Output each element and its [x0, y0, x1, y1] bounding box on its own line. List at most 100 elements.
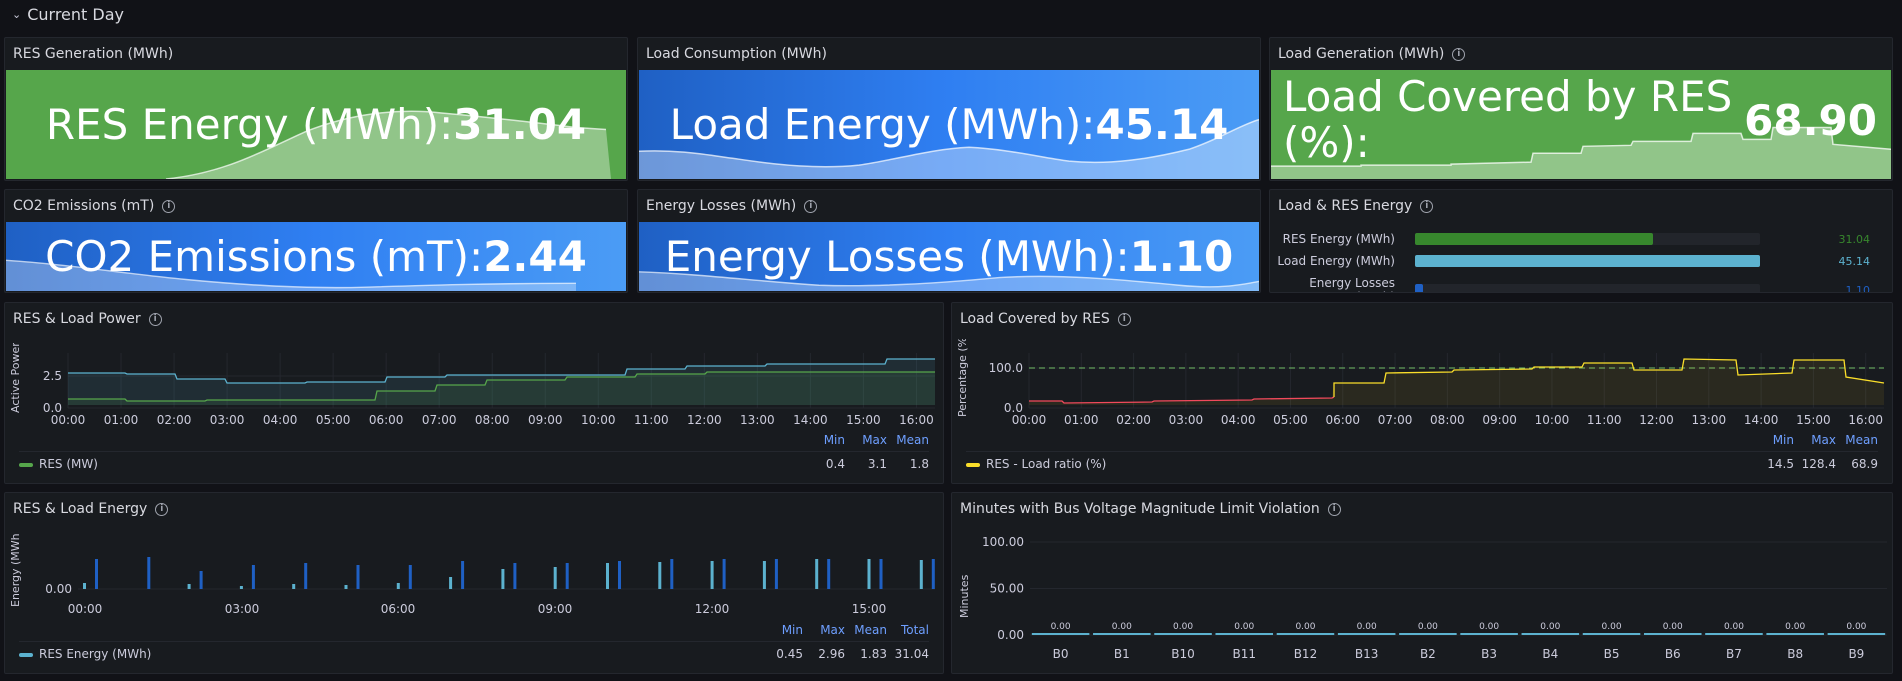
res-energy-bar	[239, 586, 243, 589]
panel-co2-emissions[interactable]: CO2 Emissions (mT) i CO2 Emissions (mT):…	[4, 189, 628, 293]
legend-column-header[interactable]: Min	[782, 623, 803, 637]
load-energy-bar	[931, 559, 935, 589]
legend-column-header[interactable]: Min	[1773, 433, 1794, 447]
x-tick-label: 03:00	[210, 413, 245, 427]
legend-column-header[interactable]: Max	[820, 623, 845, 637]
panel-title-row: CO2 Emissions (mT) i	[13, 190, 176, 222]
legend-column-header[interactable]: Total	[901, 623, 929, 637]
load-energy-bar	[199, 571, 203, 589]
x-tick-label: B6	[1665, 647, 1681, 661]
panel-bus-voltage-violation[interactable]: Minutes with Bus Voltage Magnitude Limit…	[951, 492, 1893, 674]
x-tick-label: 02:00	[1116, 413, 1151, 427]
load-energy-bar	[827, 559, 831, 589]
bar-value-label: 0.00	[1234, 622, 1254, 632]
info-icon[interactable]: i	[162, 199, 176, 213]
x-tick-label: 00:00	[51, 413, 86, 427]
x-tick-label: B12	[1294, 647, 1318, 661]
stat-co2: CO2 Emissions (mT): 2.44	[6, 222, 626, 291]
row-header-current-day[interactable]: ⌄ Current Day	[12, 2, 124, 26]
legend-series[interactable]: RES Energy (MWh)	[19, 647, 151, 661]
bar-value-label: 0.00	[1295, 622, 1315, 632]
legend-column-header[interactable]: Mean	[896, 433, 929, 447]
bar-value-label: 0.00	[1846, 622, 1866, 632]
stat-label: CO2 Emissions (mT):	[45, 232, 484, 281]
x-tick-label: 06:00	[1325, 413, 1360, 427]
x-tick-label: 16:00	[1848, 413, 1883, 427]
bar-gauge-track	[1415, 284, 1760, 292]
panel-title: Load Generation (MWh)	[1278, 46, 1445, 62]
res-energy-bar	[449, 577, 453, 589]
panel-title-row: Load & RES Energy i	[1278, 190, 1434, 222]
load-energy-bar	[774, 559, 778, 589]
x-tick-label: B8	[1787, 647, 1803, 661]
legend-value: 0.4	[825, 457, 845, 471]
bar-gauge-label: RES Energy (MWh)	[1282, 232, 1395, 246]
violation-bar	[1276, 633, 1335, 635]
bar-value-label: 0.00	[1724, 622, 1744, 632]
legend-series[interactable]: RES (MW)	[19, 457, 98, 471]
load-energy-bar	[670, 559, 674, 589]
legend-column-header[interactable]: Max	[862, 433, 887, 447]
load-energy-bar	[408, 565, 412, 589]
panel-load-covered[interactable]: Load Covered by RES i 00:00 01:00 02:00 03:…	[951, 302, 1893, 484]
x-tick-label: 12:00	[695, 602, 730, 616]
y-axis-label-wrap: Minutes	[958, 563, 972, 623]
legend-series[interactable]: RES - Load ratio (%)	[966, 457, 1106, 471]
x-tick-label: 06:00	[369, 413, 404, 427]
x-tick-label: 04:00	[263, 413, 298, 427]
legend-value: 3.1	[867, 457, 887, 471]
bar-value-label: 0.00	[1418, 622, 1438, 632]
row-title: Current Day	[27, 4, 124, 24]
res-energy-bar	[187, 584, 191, 589]
res-energy-bar	[762, 561, 766, 589]
x-tick-label: 07:00	[422, 413, 457, 427]
load-energy-bar	[95, 559, 98, 589]
res-energy-bar	[815, 559, 819, 589]
y-axis-label: Minutes	[958, 574, 971, 618]
y-tick-label: 0.00	[45, 582, 72, 596]
x-tick-label: 02:00	[157, 413, 192, 427]
bar-value-label: 0.00	[1663, 622, 1683, 632]
y-axis-label: Percentage (%	[956, 339, 969, 417]
stat-res-energy: RES Energy (MWh): 31.04	[6, 70, 626, 179]
bar-gauge-value: 1.10	[1845, 283, 1871, 293]
legend-swatch	[19, 652, 33, 657]
x-tick-label: 07:00	[1378, 413, 1413, 427]
x-tick-label: B0	[1053, 647, 1069, 661]
res-energy-bar	[867, 559, 871, 589]
x-tick-label: 13:00	[1692, 413, 1727, 427]
y-axis-label-wrap: Percentage (%	[956, 339, 970, 419]
panel-load-res-energy[interactable]: Load & RES Energy i RES Energy (MWh) 31.0…	[1269, 189, 1893, 293]
legend-swatch	[19, 462, 33, 467]
res-energy-bar	[606, 563, 609, 589]
chevron-down-icon: ⌄	[12, 7, 22, 21]
info-icon[interactable]: i	[1420, 199, 1434, 213]
panel-res-generation[interactable]: RES Generation (MWh) RES Energy (MWh): 31…	[4, 37, 628, 181]
legend-column-header[interactable]: Mean	[854, 623, 887, 637]
y-tick-label: 100.0	[989, 361, 1023, 375]
stat-value: 68.90	[1744, 96, 1877, 145]
info-icon[interactable]: i	[1452, 47, 1466, 61]
panel-res-load-energy[interactable]: RES & Load Energy i 0.00 00:00 03:00 06:00 0…	[4, 492, 944, 674]
x-tick-label: 13:00	[740, 413, 775, 427]
x-tick-label: 15:00	[1796, 413, 1831, 427]
panel-energy-losses[interactable]: Energy Losses (MWh) i Energy Losses (MWh…	[637, 189, 1261, 293]
legend-series-name: RES (MW)	[39, 457, 98, 471]
bar-gauge-fill	[1415, 284, 1424, 292]
legend-column-header[interactable]: Min	[824, 433, 845, 447]
res-energy-bar	[396, 583, 400, 589]
x-tick-label: 03:00	[225, 602, 260, 616]
x-tick-label: 09:00	[1482, 413, 1517, 427]
legend-column-header[interactable]: Mean	[1845, 433, 1878, 447]
panel-title: Energy Losses (MWh)	[646, 198, 797, 214]
legend-column-header[interactable]: Max	[1811, 433, 1836, 447]
x-tick-label: 06:00	[381, 602, 416, 616]
panel-load-generation[interactable]: Load Generation (MWh) i Load Covered by …	[1269, 37, 1893, 181]
panel-load-consumption[interactable]: Load Consumption (MWh) Load Energy (MWh)…	[637, 37, 1261, 181]
stat-covered-label: Load Covered by RES (%):	[1283, 74, 1732, 166]
info-icon[interactable]: i	[804, 199, 818, 213]
x-tick-label: 05:00	[1273, 413, 1308, 427]
x-tick-label: 08:00	[475, 413, 510, 427]
x-tick-label: 16:00	[899, 413, 934, 427]
panel-res-load-power[interactable]: RES & Load Power i Active Power (M 00:00…	[4, 302, 944, 484]
